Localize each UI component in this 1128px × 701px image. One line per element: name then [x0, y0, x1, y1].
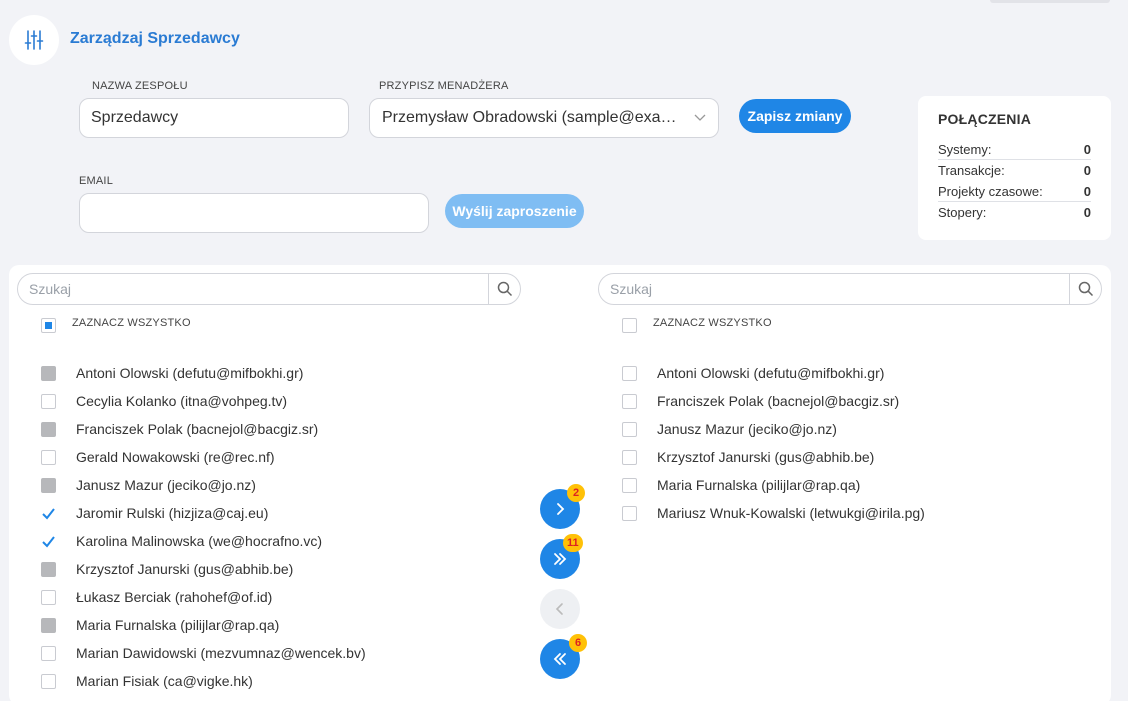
list-item[interactable]: Krzysztof Janurski (gus@abhib.be)	[76, 561, 293, 577]
right-search-input[interactable]	[599, 274, 1069, 304]
list-item[interactable]: Mariusz Wnuk-Kowalski (letwukgi@irila.pg…	[657, 505, 925, 521]
connection-value: 0	[1083, 163, 1091, 178]
list-item[interactable]: Cecylia Kolanko (itna@vohpeg.tv)	[76, 393, 287, 409]
search-icon[interactable]	[488, 274, 520, 304]
member-checkbox[interactable]	[41, 366, 56, 381]
list-item[interactable]: Maria Furnalska (pilijlar@rap.qa)	[657, 477, 860, 493]
chevron-left-icon	[555, 603, 563, 615]
connections-card: POŁĄCZENIA Systemy: 0 Transakcje: 0 Proj…	[918, 96, 1111, 240]
right-select-all-label: ZAZNACZ WSZYSTKO	[653, 317, 772, 329]
list-item[interactable]: Karolina Malinowska (we@hocrafno.vc)	[76, 533, 322, 549]
team-name-label: NAZWA ZESPOŁU	[92, 80, 188, 92]
member-checkbox[interactable]	[41, 562, 56, 577]
selected-count-badge: 2	[567, 484, 585, 502]
left-search	[17, 273, 521, 305]
member-checkbox[interactable]	[622, 366, 637, 381]
connections-list: Systemy: 0 Transakcje: 0 Projekty czasow…	[938, 139, 1091, 223]
member-checkbox[interactable]	[41, 450, 56, 465]
connection-value: 0	[1083, 205, 1091, 220]
member-checkbox[interactable]	[41, 478, 56, 493]
checkmark-icon	[42, 536, 55, 548]
member-checkbox[interactable]	[41, 506, 56, 521]
connection-value: 0	[1083, 183, 1091, 199]
list-item[interactable]: Franciszek Polak (bacnejol@bacgiz.sr)	[657, 393, 899, 409]
connection-row-timers: Stopery: 0	[938, 202, 1091, 223]
search-icon[interactable]	[1069, 274, 1101, 304]
member-checkbox[interactable]	[622, 422, 637, 437]
member-checkbox[interactable]	[622, 478, 637, 493]
team-name-input[interactable]	[79, 98, 349, 138]
email-input[interactable]	[79, 193, 429, 233]
list-item[interactable]: Antoni Olowski (defutu@mifbokhi.gr)	[76, 365, 303, 381]
list-item[interactable]: Janusz Mazur (jeciko@jo.nz)	[657, 421, 837, 437]
right-search	[598, 273, 1102, 305]
list-item[interactable]: Krzysztof Janurski (gus@abhib.be)	[657, 449, 874, 465]
member-checkbox[interactable]	[41, 534, 56, 549]
left-select-all-checkbox[interactable]	[41, 318, 56, 333]
member-checkbox[interactable]	[41, 674, 56, 689]
connection-label: Stopery:	[938, 205, 987, 220]
manager-select-value: Przemysław Obradowski (sample@example.co…	[382, 109, 686, 126]
list-item[interactable]: Janusz Mazur (jeciko@jo.nz)	[76, 477, 256, 493]
sliders-icon	[9, 15, 59, 65]
checkmark-icon	[42, 508, 55, 520]
chevron-down-icon	[694, 114, 706, 122]
member-checkbox[interactable]	[41, 618, 56, 633]
connection-row-transactions: Transakcje: 0	[938, 160, 1091, 181]
connections-title: POŁĄCZENIA	[938, 111, 1031, 127]
member-checkbox[interactable]	[622, 450, 637, 465]
all-count-badge: 11	[563, 534, 583, 552]
member-checkbox[interactable]	[41, 590, 56, 605]
move-selected-left-button[interactable]	[540, 589, 580, 629]
member-checkbox[interactable]	[41, 646, 56, 661]
double-chevron-right-icon	[554, 553, 567, 565]
save-changes-button[interactable]: Zapisz zmiany	[739, 99, 851, 133]
list-item[interactable]: Maria Furnalska (pilijlar@rap.qa)	[76, 617, 279, 633]
connection-label: Projekty czasowe:	[938, 183, 1043, 199]
send-invite-button[interactable]: Wyślij zaproszenie	[445, 194, 584, 228]
member-checkbox[interactable]	[622, 394, 637, 409]
connection-row-systems: Systemy: 0	[938, 139, 1091, 160]
member-checkbox[interactable]	[41, 422, 56, 437]
top-strip	[990, 0, 1110, 3]
member-checkbox[interactable]	[622, 506, 637, 521]
manager-select[interactable]: Przemysław Obradowski (sample@example.co…	[369, 98, 719, 138]
connection-value: 0	[1083, 141, 1091, 157]
member-checkbox[interactable]	[41, 394, 56, 409]
list-item[interactable]: Łukasz Berciak (rahohef@of.id)	[76, 589, 272, 605]
left-search-input[interactable]	[18, 274, 488, 304]
list-item[interactable]: Gerald Nowakowski (re@rec.nf)	[76, 449, 275, 465]
list-item[interactable]: Franciszek Polak (bacnejol@bacgiz.sr)	[76, 421, 318, 437]
list-item[interactable]: Marian Fisiak (ca@vigke.hk)	[76, 673, 253, 689]
double-chevron-left-icon	[553, 653, 566, 665]
right-select-all-checkbox[interactable]	[622, 318, 637, 333]
left-select-all-label: ZAZNACZ WSZYSTKO	[72, 317, 191, 329]
list-item[interactable]: Antoni Olowski (defutu@mifbokhi.gr)	[657, 365, 884, 381]
right-count-badge: 6	[569, 634, 587, 652]
chevron-right-icon	[557, 503, 565, 515]
connection-label: Systemy:	[938, 141, 992, 157]
manager-label: PRZYPISZ MENADŻERA	[379, 80, 509, 92]
list-item[interactable]: Marian Dawidowski (mezvumnaz@wencek.bv)	[76, 645, 366, 661]
connection-label: Transakcje:	[938, 163, 1005, 178]
list-item[interactable]: Jaromir Rulski (hizjiza@caj.eu)	[76, 505, 268, 521]
page-title: Zarządzaj Sprzedawcy	[70, 30, 240, 47]
email-label: EMAIL	[79, 175, 114, 187]
connection-row-time-projects: Projekty czasowe: 0	[938, 181, 1091, 202]
